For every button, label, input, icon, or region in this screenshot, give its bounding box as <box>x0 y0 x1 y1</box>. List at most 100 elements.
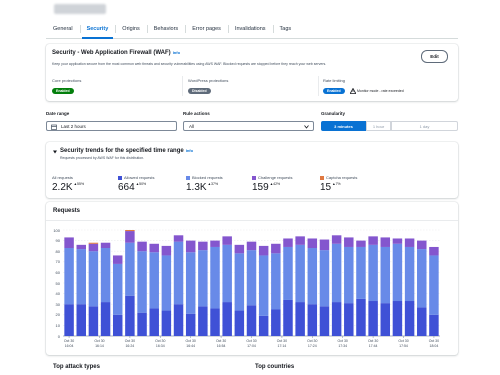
bar-segment[interactable] <box>173 235 184 242</box>
granularity-3-minutes[interactable]: 3 minutes <box>321 121 366 131</box>
bar-segment[interactable] <box>100 242 111 249</box>
bar-segment[interactable] <box>185 313 196 336</box>
bar-segment[interactable] <box>137 312 147 336</box>
bar-segment[interactable] <box>222 244 232 303</box>
bar-segment[interactable] <box>173 304 184 336</box>
bar-segment[interactable] <box>161 245 172 256</box>
bar-segment[interactable] <box>112 263 123 315</box>
bar-segment[interactable] <box>161 310 172 336</box>
bar-segment[interactable] <box>283 238 293 247</box>
rule-actions-select[interactable]: All <box>183 121 314 131</box>
bar-segment[interactable] <box>429 314 439 336</box>
bar-segment[interactable] <box>271 253 281 310</box>
bar-segment[interactable] <box>246 305 257 336</box>
bar-segment[interactable] <box>88 243 99 252</box>
bar-segment[interactable] <box>76 244 86 250</box>
bar-segment[interactable] <box>319 250 330 307</box>
edit-button[interactable]: Edit <box>421 50 448 63</box>
bar-segment[interactable] <box>404 238 415 247</box>
bar-segment[interactable] <box>258 245 269 256</box>
bar-segment[interactable] <box>234 253 245 311</box>
bar-segment[interactable] <box>283 299 293 336</box>
bar-segment[interactable] <box>356 246 366 299</box>
bar-segment[interactable] <box>210 246 220 309</box>
bar-segment[interactable] <box>64 248 74 305</box>
granularity-1-hour[interactable]: 1 hour <box>366 121 391 131</box>
bar-segment[interactable] <box>161 255 172 311</box>
bar-segment[interactable] <box>356 240 366 247</box>
bar-segment[interactable] <box>283 246 293 300</box>
bar-segment[interactable] <box>64 304 74 336</box>
bar-segment[interactable] <box>429 255 439 315</box>
bar-segment[interactable] <box>331 243 342 303</box>
tab-invalidations[interactable]: Invalidations <box>227 20 273 38</box>
bar-segment[interactable] <box>246 241 257 251</box>
bar-segment[interactable] <box>100 302 111 336</box>
bar-segment[interactable] <box>344 303 354 336</box>
bar-segment[interactable] <box>356 298 366 336</box>
bar-segment[interactable] <box>125 295 135 336</box>
bar-segment[interactable] <box>64 237 74 249</box>
bar-segment[interactable] <box>198 250 208 307</box>
bar-segment[interactable] <box>125 242 135 296</box>
tab-origins[interactable]: Origins <box>115 20 146 38</box>
bar-segment[interactable] <box>368 236 378 245</box>
bar-segment[interactable] <box>368 244 378 302</box>
bar-segment[interactable] <box>198 306 208 336</box>
bar-segment[interactable] <box>125 231 135 243</box>
bar-segment[interactable] <box>100 248 111 303</box>
bar-segment[interactable] <box>429 246 439 256</box>
bar-segment[interactable] <box>344 246 354 304</box>
bar-segment[interactable] <box>380 237 391 247</box>
bar-segment[interactable] <box>295 302 305 336</box>
bar-segment[interactable] <box>271 243 281 254</box>
bar-segment[interactable] <box>307 304 318 336</box>
bar-segment[interactable] <box>331 302 342 336</box>
bar-segment[interactable] <box>417 307 427 336</box>
bar-segment[interactable] <box>258 315 269 336</box>
bar-segment[interactable] <box>112 314 123 336</box>
tab-tags[interactable]: Tags <box>272 20 299 38</box>
bar-segment[interactable] <box>246 250 257 306</box>
tab-behaviors[interactable]: Behaviors <box>146 20 185 38</box>
bar-segment[interactable] <box>258 255 269 316</box>
tab-general[interactable]: General <box>46 20 80 38</box>
tab-security[interactable]: Security <box>79 20 116 39</box>
bar-segment[interactable] <box>210 308 220 336</box>
bar-segment[interactable] <box>185 240 196 253</box>
bar-segment[interactable] <box>173 241 184 305</box>
caret-down-icon[interactable] <box>53 150 57 154</box>
bar-segment[interactable] <box>112 255 123 264</box>
bar-segment[interactable] <box>368 301 378 336</box>
bar-segment[interactable] <box>392 243 403 302</box>
bar-segment[interactable] <box>149 243 159 253</box>
bar-segment[interactable] <box>392 301 403 336</box>
bar-segment[interactable] <box>137 251 147 313</box>
trends-info-link[interactable]: Info <box>186 148 193 153</box>
bar-segment[interactable] <box>380 303 391 336</box>
bar-segment[interactable] <box>149 308 159 336</box>
date-range-picker[interactable]: Last 2 hours <box>46 121 177 131</box>
bar-segment[interactable] <box>307 248 318 305</box>
waf-info-link[interactable]: Info <box>173 50 180 55</box>
bar-segment[interactable] <box>417 240 427 250</box>
bar-segment[interactable] <box>76 249 86 305</box>
bar-segment[interactable] <box>88 306 99 336</box>
bar-segment[interactable] <box>380 246 391 304</box>
bar-segment[interactable] <box>319 306 330 336</box>
bar-segment[interactable] <box>185 252 196 314</box>
bar-segment[interactable] <box>210 240 220 247</box>
bar-segment[interactable] <box>344 237 354 247</box>
bar-segment[interactable] <box>392 238 403 244</box>
bar-segment[interactable] <box>234 244 245 254</box>
bar-segment[interactable] <box>198 241 208 251</box>
bar-segment[interactable] <box>234 310 245 336</box>
bar-segment[interactable] <box>271 309 281 337</box>
bar-segment[interactable] <box>319 239 330 251</box>
bar-segment[interactable] <box>88 251 99 307</box>
granularity-1-day[interactable]: 1 day <box>391 121 458 131</box>
bar-segment[interactable] <box>307 238 318 249</box>
bar-segment[interactable] <box>88 242 99 244</box>
bar-segment[interactable] <box>76 304 86 336</box>
bar-segment[interactable] <box>331 235 342 244</box>
